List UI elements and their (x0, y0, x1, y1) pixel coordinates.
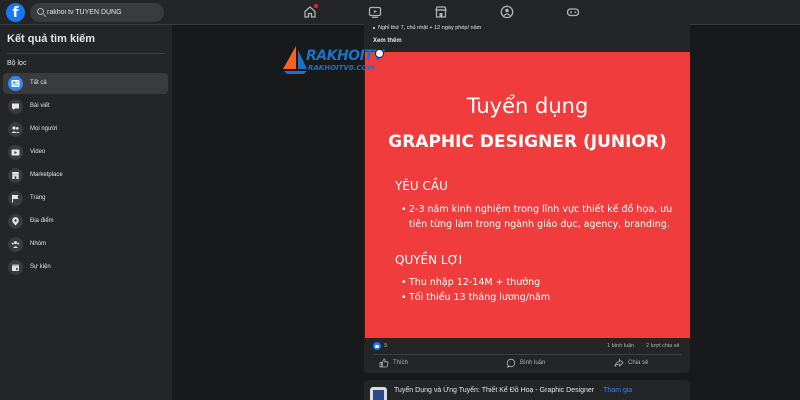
search-input[interactable] (47, 5, 161, 20)
comment-button[interactable]: Bình luận (506, 358, 576, 370)
gaming-icon[interactable] (566, 5, 580, 19)
post-card: Nghỉ thứ 7, chủ nhật + 12 ngày phép/ năm… (364, 18, 690, 373)
groups-icon[interactable] (500, 5, 514, 19)
sidebar-item-groups[interactable]: Nhóm (3, 234, 168, 255)
sidebar-item-label: Địa điểm (30, 218, 54, 224)
share-label: Chia sẻ (628, 360, 649, 366)
post-text-line: Nghỉ thứ 7, chủ nhật + 12 ngày phép/ năm (378, 25, 482, 31)
join-group-link[interactable]: · Tham gia (599, 387, 632, 394)
rakhoitv-watermark-logo: RAKHOITV RAKHOITV8.COM (282, 45, 394, 75)
all-results-icon (8, 76, 23, 91)
sidebar-item-label: Sự kiện (30, 264, 51, 270)
divider (7, 53, 165, 54)
sidebar-item-label: Video (30, 149, 46, 155)
banner-subheading: GRAPHIC DESIGNER (JUNIOR) (388, 132, 667, 152)
banner-requirements-title: YÊU CẦU (395, 179, 448, 193)
marketplace-icon[interactable] (434, 5, 448, 19)
posts-icon (8, 99, 23, 114)
people-icon (8, 122, 23, 137)
like-button[interactable]: Thích (379, 358, 439, 370)
facebook-logo-icon[interactable]: f (6, 3, 25, 22)
comment-label: Bình luận (520, 360, 546, 366)
sidebar-item-all[interactable]: Tất cả (3, 73, 168, 94)
divider (373, 354, 682, 355)
share-button[interactable]: Chia sẻ (614, 358, 674, 370)
calendar-icon (8, 260, 23, 275)
banner-heading: Tuyển dụng (466, 94, 589, 118)
thumbs-up-icon (379, 358, 389, 368)
banner-requirement-line: tiên từng làm trong ngành giáo dục, agen… (409, 219, 670, 230)
watermark-main: RAKHOITV (306, 48, 384, 64)
search-icon (37, 8, 44, 15)
sidebar-item-marketplace[interactable]: Marketplace (3, 165, 168, 186)
group-thumbnail[interactable] (370, 387, 387, 400)
share-icon (614, 358, 624, 367)
banner-benefits-title: QUYỀN LỢI (395, 253, 463, 267)
sidebar-item-events[interactable]: Sự kiện (3, 257, 168, 278)
banner-requirements-list: 2-3 năm kinh nghiệm trong lĩnh vực thiết… (401, 202, 672, 232)
notification-dot (314, 4, 318, 8)
sidebar-item-label: Bài viết (30, 103, 50, 109)
share-count[interactable]: 2 lượt chia sẻ (646, 343, 680, 349)
group-title-link[interactable]: Tuyển Dụng và Ứng Tuyển: Thiết Kế Đồ Hoạ… (394, 387, 594, 394)
location-icon (8, 214, 23, 229)
sidebar-item-label: Mọi người (30, 126, 58, 132)
sidebar-item-people[interactable]: Mọi người (3, 119, 168, 140)
filter-label: Bộ lọc (7, 60, 27, 67)
flag-icon (8, 191, 23, 206)
like-label: Thích (393, 360, 409, 366)
search-box[interactable] (30, 3, 164, 22)
watermark-sub: RAKHOITV8.COM (308, 64, 375, 72)
sidebar-item-label: Nhóm (30, 241, 47, 247)
reaction-count[interactable]: 9 (384, 343, 387, 349)
comment-count[interactable]: 1 bình luận (607, 343, 634, 349)
group-post-preview: Tuyển Dụng và Ứng Tuyển: Thiết Kế Đồ Hoạ… (364, 380, 690, 400)
see-more-link[interactable]: Xem thêm (373, 38, 402, 44)
sidebar-item-places[interactable]: Địa điểm (3, 211, 168, 232)
banner-benefit-item: Tối thiểu 13 tháng lương/năm (401, 290, 550, 305)
search-sidebar: Kết quả tìm kiếm Bộ lọc Tất cả Bài viết … (0, 25, 172, 400)
sidebar-item-video[interactable]: Video (3, 142, 168, 163)
soccer-ball-icon (375, 49, 384, 58)
groups-icon (8, 237, 23, 252)
page-title: Kết quả tìm kiếm (7, 33, 96, 45)
banner-requirement-line: 2-3 năm kinh nghiệm trong lĩnh vực thiết… (409, 204, 673, 215)
post-image[interactable]: Tuyển dụng GRAPHIC DESIGNER (JUNIOR) YÊU… (365, 52, 690, 338)
watch-icon[interactable] (368, 5, 382, 19)
like-reaction-icon[interactable] (373, 342, 381, 350)
comment-icon (506, 358, 516, 368)
home-icon[interactable] (303, 4, 318, 19)
sidebar-item-pages[interactable]: Trang (3, 188, 168, 209)
sailboat-icon (283, 46, 307, 74)
sidebar-item-label: Tất cả (30, 80, 47, 86)
banner-benefit-item: Thu nhập 12-14M + thưởng (401, 275, 550, 290)
sidebar-item-posts[interactable]: Bài viết (3, 96, 168, 117)
video-icon (8, 145, 23, 160)
banner-benefits-list: Thu nhập 12-14M + thưởng Tối thiểu 13 th… (401, 275, 550, 305)
marketplace-icon (8, 168, 23, 183)
post-text: Nghỉ thứ 7, chủ nhật + 12 ngày phép/ năm (373, 25, 481, 31)
banner-requirement-item: 2-3 năm kinh nghiệm trong lĩnh vực thiết… (401, 202, 672, 232)
bullet (373, 26, 375, 29)
sidebar-item-label: Trang (30, 195, 46, 201)
post-stats: 9 1 bình luận 2 lượt chia sẻ (373, 341, 683, 351)
sidebar-item-label: Marketplace (30, 172, 63, 178)
